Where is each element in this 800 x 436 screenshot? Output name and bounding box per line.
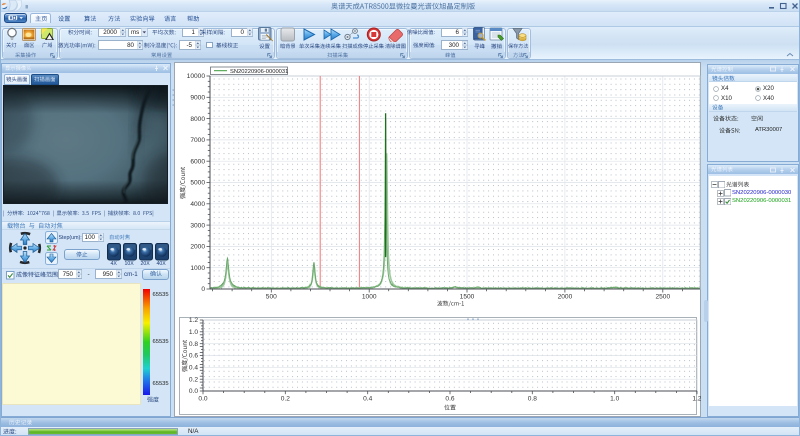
svg-text:1.0: 1.0 xyxy=(189,329,198,336)
svg-text:7000: 7000 xyxy=(190,137,205,144)
svg-text:1.2: 1.2 xyxy=(692,396,701,403)
svg-text:0.8: 0.8 xyxy=(528,396,537,403)
svg-text:2000: 2000 xyxy=(190,244,205,251)
svg-text:SN20220906-0000031: SN20220906-0000031 xyxy=(230,69,288,75)
svg-text:9000: 9000 xyxy=(190,95,205,102)
svg-text:3000: 3000 xyxy=(190,222,205,229)
svg-text:2000: 2000 xyxy=(558,294,573,301)
svg-text:0.0: 0.0 xyxy=(189,388,198,395)
svg-text:500: 500 xyxy=(266,294,277,301)
svg-text:2500: 2500 xyxy=(655,294,670,301)
svg-text:1000: 1000 xyxy=(362,294,377,301)
svg-text:4000: 4000 xyxy=(190,201,205,208)
svg-text:8000: 8000 xyxy=(190,116,205,123)
svg-text:0.0: 0.0 xyxy=(198,396,207,403)
svg-text:0.6: 0.6 xyxy=(445,396,454,403)
svg-text:1.0: 1.0 xyxy=(610,396,619,403)
svg-text:0.4: 0.4 xyxy=(363,396,372,403)
svg-text:1000: 1000 xyxy=(190,265,205,272)
svg-text:6000: 6000 xyxy=(190,158,205,165)
svg-text:0: 0 xyxy=(201,286,205,293)
svg-text:0.2: 0.2 xyxy=(189,376,198,383)
svg-text:0.2: 0.2 xyxy=(281,396,290,403)
svg-text:1.2: 1.2 xyxy=(189,317,198,324)
svg-text:10000: 10000 xyxy=(187,73,206,80)
